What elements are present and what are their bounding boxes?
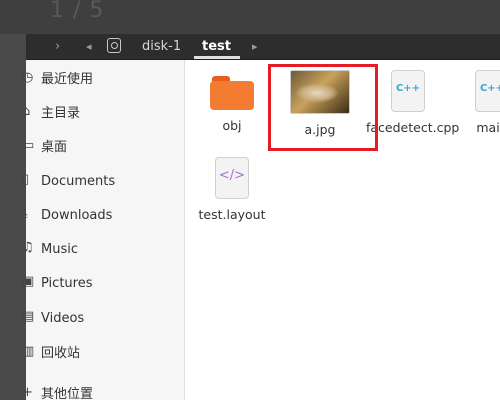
sidebar-item-pictures[interactable]: ▣ Pictures <box>22 269 184 299</box>
file-name: main <box>476 120 500 135</box>
disk-icon <box>107 38 121 53</box>
path-bar <box>0 34 500 60</box>
file-item-obj[interactable]: obj <box>190 72 274 133</box>
sidebar-item-downloads[interactable]: ⤓ Downloads <box>22 201 184 231</box>
cpp-file-icon: C++ <box>391 70 425 112</box>
sidebar-item-label: Documents <box>41 174 116 189</box>
sidebar-item-videos[interactable]: ▤ Videos <box>22 304 184 334</box>
sidebar-item-trash[interactable]: ▥ 回收站 <box>22 339 184 369</box>
sidebar: ◷ 最近使用 ⌂ 主目录 ▭ 桌面 ▯ Documents ⤓ Download… <box>22 60 185 402</box>
path-scroll-left-icon[interactable]: ◂ <box>86 34 92 59</box>
file-name: obj <box>222 118 242 133</box>
sidebar-item-home[interactable]: ⌂ 主目录 <box>22 99 184 129</box>
clock-icon: ◷ <box>22 70 34 85</box>
sidebar-item-other-locations[interactable]: + 其他位置 <box>22 380 184 410</box>
sidebar-item-documents[interactable]: ▯ Documents <box>22 167 184 197</box>
sidebar-item-label: Downloads <box>41 208 113 223</box>
code-file-icon: </> <box>215 157 249 199</box>
sidebar-item-label: 其他位置 <box>41 387 94 402</box>
sidebar-item-desktop[interactable]: ▭ 桌面 <box>22 133 184 163</box>
breadcrumb-disk-1[interactable]: disk-1 <box>142 34 181 59</box>
cpp-file-icon-mark: C++ <box>479 83 500 94</box>
file-item-test-layout[interactable]: </> test.layout <box>190 157 274 222</box>
download-icon: ⤓ <box>22 206 28 221</box>
cpp-file-icon: C++ <box>475 70 500 112</box>
highlight-box <box>268 64 378 151</box>
forward-icon[interactable]: › <box>55 34 60 59</box>
home-icon: ⌂ <box>22 104 31 119</box>
video-icon: ▤ <box>22 309 35 324</box>
sidebar-item-label: Music <box>41 242 78 257</box>
sidebar-item-recent[interactable]: ◷ 最近使用 <box>22 65 184 95</box>
sidebar-item-music[interactable]: ♫ Music <box>22 235 184 265</box>
sidebar-item-label: Pictures <box>41 276 93 291</box>
trash-icon: ▥ <box>22 344 35 359</box>
document-icon: ▯ <box>22 172 30 187</box>
file-item-facedetect-cpp[interactable]: C++ facedetect.cpp <box>366 70 460 135</box>
file-name: facedetect.cpp <box>366 120 460 135</box>
pictures-icon: ▣ <box>22 274 35 289</box>
cpp-file-icon-mark: C++ <box>395 83 421 94</box>
breadcrumb-active-indicator <box>194 56 240 59</box>
folder-icon <box>210 72 254 110</box>
sidebar-item-label: 最近使用 <box>41 72 94 87</box>
sidebar-item-label: 主目录 <box>41 106 81 121</box>
plus-icon: + <box>22 385 33 400</box>
code-file-icon-mark: </> <box>218 168 246 183</box>
file-item-main[interactable]: C++ main <box>450 70 500 135</box>
sidebar-item-label: Videos <box>41 311 85 326</box>
music-icon: ♫ <box>22 240 34 255</box>
file-name: test.layout <box>198 207 266 222</box>
sidebar-item-label: 桌面 <box>41 140 68 155</box>
sidebar-item-label: 回收站 <box>41 346 81 361</box>
background-page-counter: 1 / 5 <box>50 0 105 23</box>
path-scroll-right-icon[interactable]: ▸ <box>252 34 258 59</box>
desktop-icon: ▭ <box>22 138 35 153</box>
